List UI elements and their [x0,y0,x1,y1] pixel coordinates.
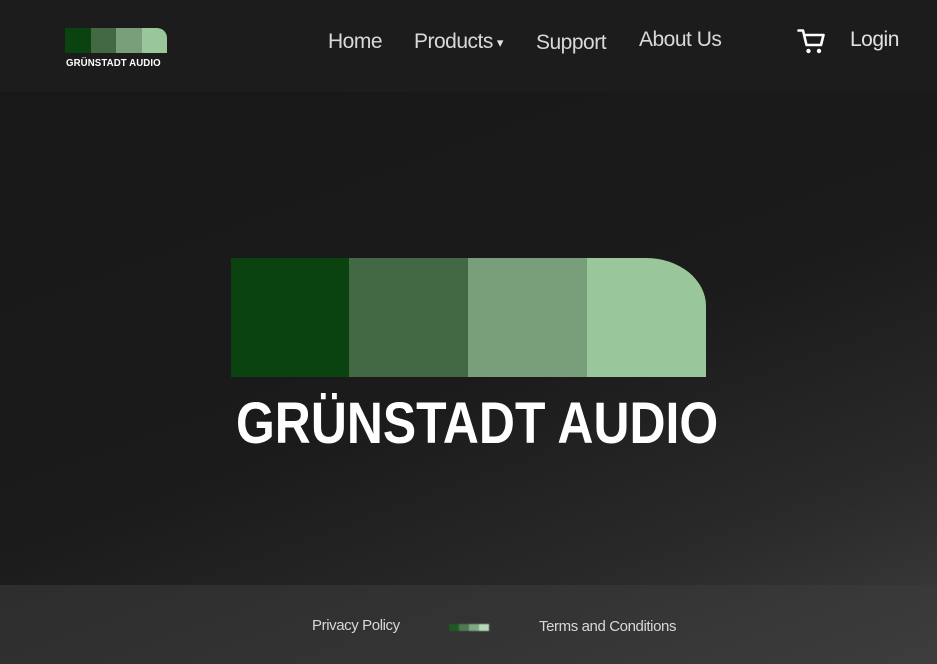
footer-mark-bar-1 [449,624,459,631]
footer-mark-bar-3 [469,624,479,631]
logo-color-bars [65,28,167,53]
login-link[interactable]: Login [850,28,899,58]
privacy-policy-link[interactable]: Privacy Policy [312,617,400,634]
footer-mark-bar-2 [459,624,469,631]
logo-bar-3 [116,28,142,53]
chevron-down-icon: ▾ [496,35,504,50]
nav-support-link[interactable]: Support [536,31,607,61]
hero-bar-4 [587,258,706,377]
logo-bar-4 [141,28,167,53]
hero-logo-bars [231,258,706,377]
site-header: GRÜNSTADT AUDIO Home Products ▾ Support A… [0,0,937,92]
logo-bar-1 [65,28,91,53]
shopping-cart-icon[interactable] [797,28,826,55]
hero-bar-3 [468,258,587,377]
logo-wordmark: GRÜNSTADT AUDIO [66,57,161,69]
header-logo[interactable]: GRÜNSTADT AUDIO [65,28,167,72]
hero-bar-1 [231,258,349,377]
terms-conditions-link[interactable]: Terms and Conditions [539,618,676,635]
nav-home-link[interactable]: Home [328,30,383,60]
nav-about-link[interactable]: About Us [639,28,722,58]
site-footer: Privacy Policy Terms and Conditions [0,585,937,664]
nav-products-dropdown[interactable]: Products ▾ [414,30,503,60]
footer-mark-bar-4 [479,624,489,631]
nav-products-label: Products [414,30,493,53]
hero-bar-2 [349,258,468,377]
logo-bar-2 [90,28,116,53]
footer-logo-mark [449,624,489,631]
hero-title: GRÜNSTADT AUDIO [236,391,719,456]
page: GRÜNSTADT AUDIO Home Products ▾ Support A… [0,0,937,664]
